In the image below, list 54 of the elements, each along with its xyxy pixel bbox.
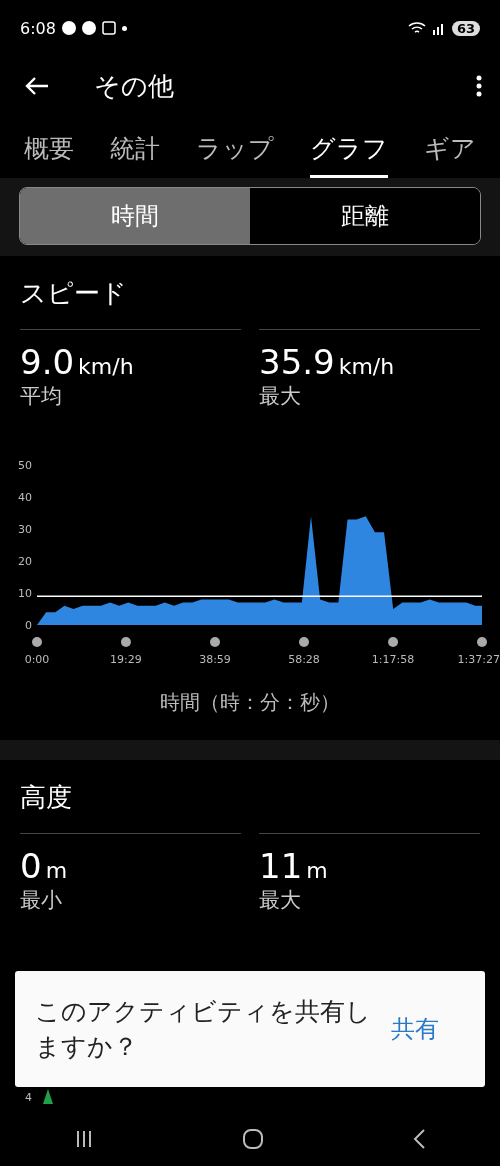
x-tick-label: 1:17:58 [371, 653, 415, 666]
chevron-left-icon [412, 1128, 426, 1150]
share-button[interactable]: 共有 [387, 1009, 443, 1049]
stat-value: 11 [259, 846, 303, 886]
stat-unit: m [45, 858, 68, 883]
x-tick-label: 38:59 [199, 653, 231, 666]
three-lines-icon [74, 1129, 94, 1149]
x-tick-label: 19:29 [110, 653, 142, 666]
tab[interactable]: 統計 [110, 132, 160, 178]
x-tick-label: 58:28 [288, 653, 320, 666]
x-tick-label: 1:37:27 [457, 653, 500, 666]
segment-button[interactable]: 距離 [250, 188, 480, 244]
section-title: スピード [20, 277, 128, 310]
stat-label: 最小 [20, 887, 63, 914]
y-tick-label: 50 [18, 459, 32, 472]
stat-unit: m [306, 858, 328, 883]
stat-label: 最大 [259, 383, 302, 410]
x-tick-dot [32, 637, 42, 647]
x-tick-dot [299, 637, 309, 647]
more-icon [476, 75, 482, 97]
tab[interactable]: ギア [424, 132, 476, 178]
tab[interactable]: ラップ [196, 132, 274, 178]
elevation-area [43, 1089, 53, 1104]
status-time: 6:08 [20, 18, 56, 38]
x-tick-label: 0:00 [24, 653, 50, 666]
dot-icon [121, 25, 127, 31]
back-arrow-icon [24, 75, 50, 97]
y-tick-label: 20 [18, 555, 32, 568]
stat-value: 35.9 [259, 342, 335, 382]
segment-button[interactable]: 時間 [20, 188, 250, 244]
stat-label: 最大 [259, 887, 302, 914]
rounded-square-icon [242, 1128, 264, 1150]
stat-unit: km/h [78, 354, 134, 379]
section-title: 高度 [20, 781, 73, 814]
stat-value: 9.0 [20, 342, 75, 382]
signal-icon [431, 21, 446, 35]
y-tick-label: 30 [18, 523, 32, 536]
x-tick-dot [210, 637, 220, 647]
toast-message: このアクティビティを共有しますか？ [35, 996, 372, 1063]
y-tick-label: 0 [25, 619, 32, 632]
wifi-icon [407, 21, 426, 35]
y-tick-label: 4 [25, 1091, 32, 1104]
battery-level: 63 [451, 20, 480, 36]
x-tick-dot [120, 637, 131, 647]
tab[interactable]: 概要 [24, 132, 74, 178]
stat-label: 平均 [20, 383, 63, 410]
y-tick-label: 10 [18, 587, 32, 600]
stat-value: 0 [20, 846, 42, 886]
x-axis-title: 時間（時：分：秒） [159, 689, 341, 716]
page-title: その他 [94, 69, 175, 103]
stat-unit: km/h [338, 354, 395, 379]
y-tick-label: 40 [18, 491, 32, 504]
x-tick-dot [388, 637, 399, 647]
x-tick-dot [477, 637, 487, 647]
